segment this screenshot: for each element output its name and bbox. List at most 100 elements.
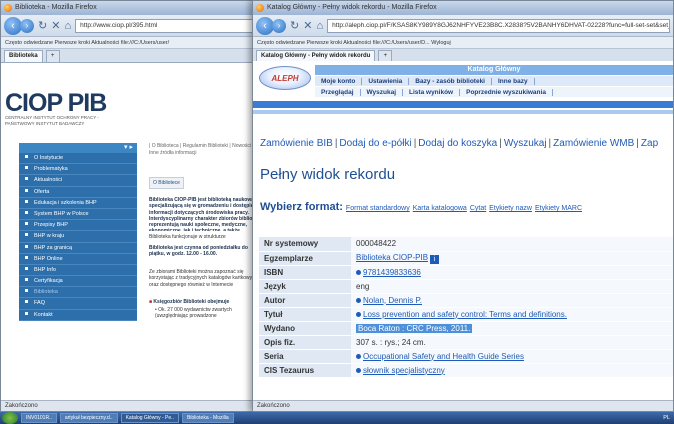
record-field-value[interactable]: Nolan, Dennis P.	[351, 293, 673, 308]
bookmarks-bar[interactable]: Często odwiedzane Pierwsze kroki Aktualn…	[1, 37, 261, 49]
start-button[interactable]	[2, 412, 18, 424]
action-link[interactable]: Dodaj do e-półki	[339, 138, 411, 149]
sidebar-item[interactable]: Certyfikacja	[19, 276, 137, 288]
stop-icon[interactable]: ✕	[303, 19, 312, 32]
sidebar-item[interactable]: System BHP w Polsce	[19, 209, 137, 221]
menu-item[interactable]: Ustawienia	[362, 77, 410, 85]
collection-heading-text: Księgozbiór Biblioteki obejmuje	[153, 299, 230, 305]
sidebar-item[interactable]: BHP Online	[19, 254, 137, 265]
format-link[interactable]: Etykiety MARC	[535, 205, 582, 212]
record-field-value[interactable]: Occupational Safety and Health Guide Ser…	[351, 349, 673, 364]
home-icon[interactable]: ⌂	[316, 20, 323, 32]
sidebar-item[interactable]: Oferta	[19, 187, 137, 198]
action-link[interactable]: Zamówienie WMB	[553, 138, 634, 149]
library-page: CIOP PIB CENTRALNY INSTYTUT OCHRONY PRAC…	[1, 63, 261, 400]
action-link[interactable]: Wyszukaj	[504, 138, 547, 149]
sidebar-item[interactable]: BHP Info	[19, 265, 137, 277]
sidebar-item-label: Przepisy BHP	[34, 222, 68, 229]
record-row: Egzemplarze Biblioteka CIOP-PIB i	[259, 251, 673, 266]
format-link[interactable]: Etykiety nazw	[489, 205, 532, 212]
record-value-text: Occupational Safety and Health Guide Ser…	[363, 351, 524, 361]
reload-icon[interactable]: ↻	[290, 19, 299, 32]
menu-item[interactable]: Bazy - zasób biblioteki	[409, 77, 492, 85]
taskbar-button[interactable]: artykuł bezpieczny.d..	[59, 413, 118, 423]
sidebar-item[interactable]: Problematyka	[19, 164, 137, 176]
page-title: Pełny widok rekordu	[260, 166, 396, 183]
record-field-label: Seria	[259, 349, 351, 364]
tab-strip: Biblioteka +	[1, 49, 261, 63]
sidebar-item[interactable]: Biblioteka	[19, 287, 137, 299]
sidebar-item[interactable]: BHP w kraju	[19, 231, 137, 243]
sidebar-item-label: Aktualności	[34, 177, 63, 184]
forward-button[interactable]: ›	[20, 18, 34, 33]
action-link[interactable]: Zap	[641, 138, 658, 149]
taskbar-button[interactable]: Biblioteka - Mozilla	[181, 413, 234, 423]
record-field-label: Język	[259, 279, 351, 294]
sidebar-item[interactable]: BHP za granicą	[19, 243, 137, 254]
link-bullet-icon	[356, 269, 361, 275]
menu-item[interactable]: Moje konto	[315, 77, 363, 85]
record-value-text: Loss prevention and safety control: Term…	[363, 309, 567, 319]
aleph-logo[interactable]: ALEPH	[259, 66, 311, 90]
record-field-value[interactable]: Loss prevention and safety control: Term…	[351, 307, 673, 322]
record-field-value[interactable]: słownik specjalistyczny	[351, 363, 673, 378]
menu-item[interactable]: Przeglądaj	[315, 88, 361, 96]
record-value-text: 9781439833636	[363, 267, 421, 277]
stop-icon[interactable]: ✕	[51, 19, 60, 32]
about-library-button[interactable]: O Bibliotece	[149, 177, 184, 189]
menu-item[interactable]: Inne bazy	[492, 77, 535, 85]
ciop-logo[interactable]: CIOP PIB	[5, 89, 107, 118]
bookmarks-bar[interactable]: Często odwiedzane Pierwsze kroki Aktualn…	[253, 37, 673, 49]
bullet-icon	[25, 289, 28, 293]
sidebar-item[interactable]: FAQ	[19, 298, 137, 310]
record-row: Autor Nolan, Dennis P.	[259, 293, 673, 308]
record-field-value: eng	[351, 279, 673, 294]
record-field-label: ISBN	[259, 265, 351, 280]
format-link[interactable]: Karta katalogowa	[413, 205, 467, 212]
collection-heading: ■ Księgozbiór Biblioteki obejmuje	[149, 299, 230, 305]
taskbar-button[interactable]: Katalog Główny - Pe..	[120, 413, 179, 423]
catalog-header: Katalog Główny	[315, 65, 673, 75]
bullet-icon	[25, 188, 28, 192]
info-icon[interactable]: i	[430, 254, 440, 264]
menu-item[interactable]: Lista wyników	[403, 88, 461, 96]
sidebar-item[interactable]: Edukacja i szkolenia BHP	[19, 198, 137, 209]
tab-biblioteka[interactable]: Biblioteka	[4, 50, 43, 62]
nav-header: ▾ ▸	[19, 143, 137, 153]
intro-text: Biblioteka CIOP-PIB jest biblioteką nauk…	[149, 197, 261, 231]
sidebar-item[interactable]: Aktualności	[19, 175, 137, 187]
record-field-label: Wydano	[259, 321, 351, 336]
new-tab-button[interactable]: +	[45, 50, 60, 62]
record-field-value: 000048422	[351, 237, 673, 252]
record-value-text: Nolan, Dennis P.	[363, 295, 422, 305]
record-field-value: Boca Raton : CRC Press, 2011.	[351, 321, 673, 336]
address-bar[interactable]: http://www.ciop.pl/395.html	[75, 18, 258, 33]
sidebar-item[interactable]: Przepisy BHP	[19, 220, 137, 232]
sidebar-item[interactable]: O Instytucie	[19, 153, 137, 165]
forward-button[interactable]: ›	[272, 18, 286, 33]
home-icon[interactable]: ⌂	[64, 20, 71, 32]
window-title: Biblioteka - Mozilla Firefox	[15, 4, 97, 11]
record-field-value[interactable]: 9781439833636	[351, 265, 673, 280]
reload-icon[interactable]: ↻	[38, 19, 47, 32]
bullet-icon	[25, 233, 28, 237]
record-field-label: Tytuł	[259, 307, 351, 322]
catalog-paragraph: Ze zbiorami Biblioteki można zapoznać si…	[149, 269, 258, 288]
bullet-icon	[25, 255, 28, 259]
bullet-icon	[25, 244, 28, 248]
action-link[interactable]: Dodaj do koszyka	[418, 138, 497, 149]
format-link[interactable]: Format standardowy	[346, 205, 410, 212]
record-field-label: Autor	[259, 293, 351, 308]
taskbar-button[interactable]: INV0101R..	[21, 413, 57, 423]
breadcrumb[interactable]: | O Biblioteca | Regulamin Biblioteki | …	[149, 143, 261, 157]
record-field-value[interactable]: Biblioteka CIOP-PIB i	[351, 251, 673, 266]
menu-item[interactable]: Poprzednie wyszukiwania	[460, 88, 553, 96]
menu-item[interactable]: Wyszukaj	[361, 88, 404, 96]
sidebar-item-label: BHP Online	[34, 255, 63, 262]
action-link[interactable]: Zamówienie BIB	[260, 138, 333, 149]
address-bar[interactable]: http://aleph.ciop.pl/F/KSAS8KY989Y8GJ62N…	[327, 18, 670, 33]
browser-window-library: Biblioteka - Mozilla Firefox ‹ › ↻ ✕ ⌂ h…	[0, 0, 262, 412]
sidebar-item[interactable]: Kontakt	[19, 310, 137, 321]
intro-paragraph: Biblioteka CIOP-PIB jest biblioteką nauk…	[149, 197, 261, 231]
format-link[interactable]: Cytat	[470, 205, 486, 212]
